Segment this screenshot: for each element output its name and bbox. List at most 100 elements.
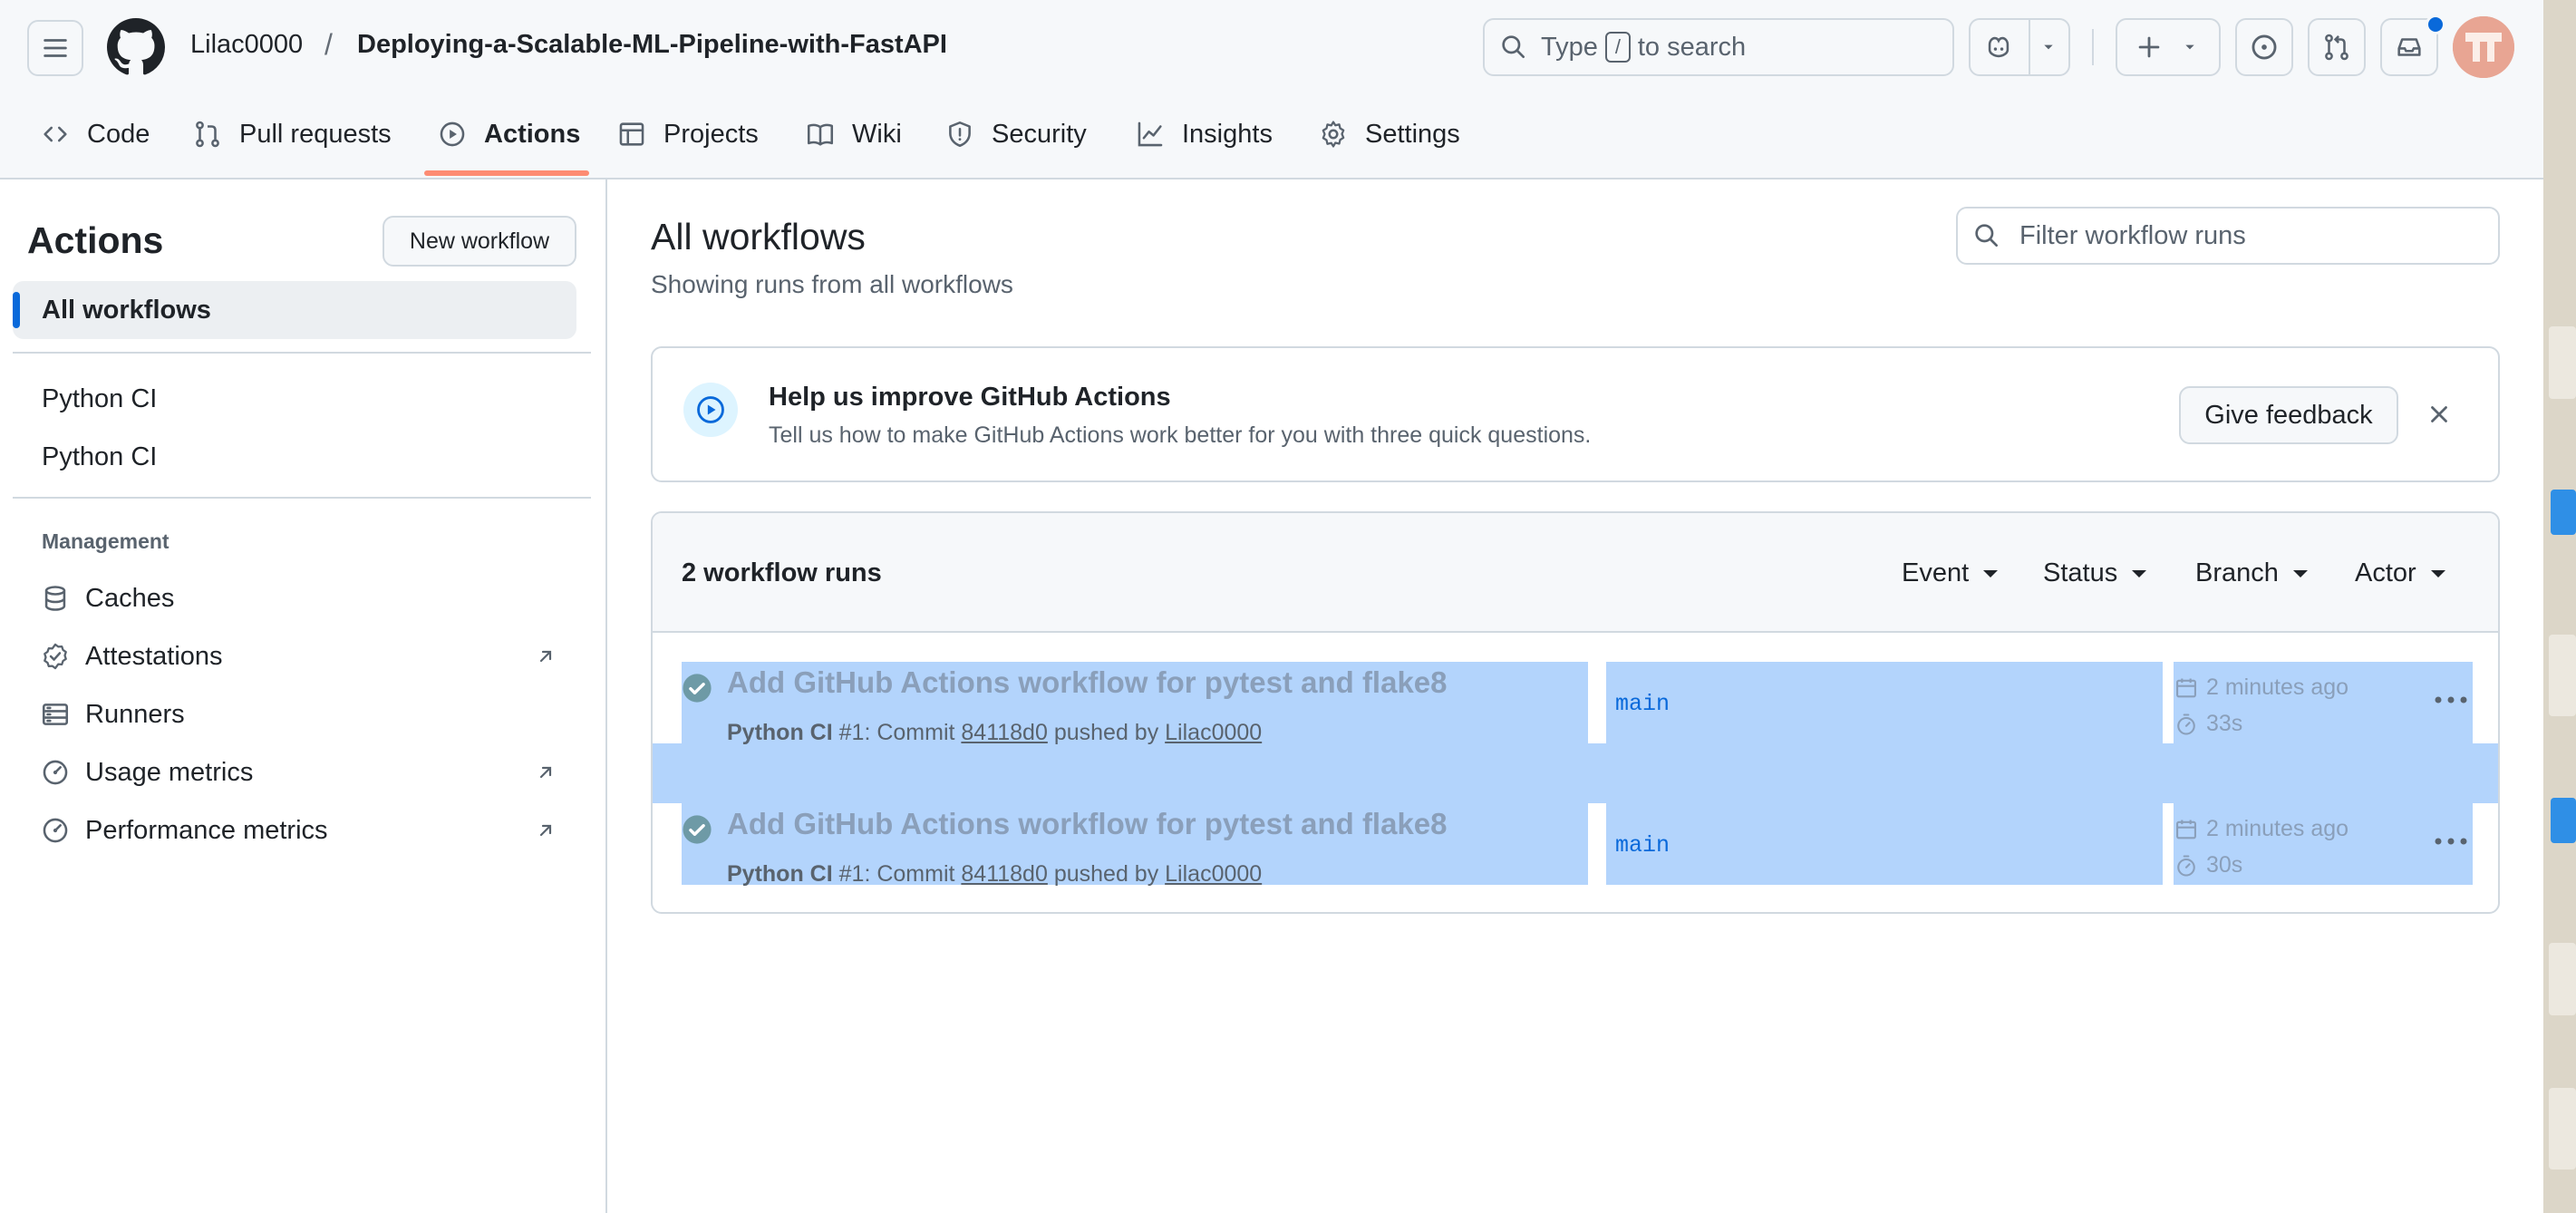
server-icon <box>42 704 69 725</box>
repo-name-link[interactable]: Deploying-a-Scalable-ML-Pipeline-with-Fa… <box>357 30 947 60</box>
tab-wiki[interactable]: Wiki <box>805 114 902 154</box>
caret-down-icon <box>2292 569 2308 577</box>
branch-filter-dropdown[interactable]: Branch <box>2195 558 2308 588</box>
play-icon <box>440 121 465 147</box>
kebab-horizontal-icon[interactable] <box>2433 691 2469 709</box>
sidebar-item-label: Usage metrics <box>85 757 254 787</box>
header-divider <box>2092 29 2094 65</box>
global-search-input[interactable]: Type / to search <box>1483 18 1954 76</box>
chevron-down-icon[interactable] <box>2036 34 2061 60</box>
search-icon <box>1502 35 1525 58</box>
desktop-folder-icon <box>2551 798 2576 843</box>
tab-insights-label: Insights <box>1182 119 1273 149</box>
run-pushed-by: pushed by <box>1053 861 1159 887</box>
dropdown-label: Actor <box>2355 558 2416 587</box>
notification-indicator <box>2426 15 2445 34</box>
tab-security[interactable]: Security <box>944 114 1087 154</box>
meter-icon <box>43 760 68 785</box>
filter-input[interactable] <box>2018 219 2493 252</box>
repo-owner-link[interactable]: Lilac0000 <box>190 30 303 60</box>
user-avatar[interactable] <box>2453 16 2514 78</box>
tab-security-label: Security <box>992 119 1087 149</box>
sidebar-separator <box>13 352 591 354</box>
sidebar-item-performance-metrics[interactable]: Performance metrics <box>40 812 328 849</box>
kebab-horizontal-icon[interactable] <box>2433 832 2469 850</box>
desktop-file-thumbnail <box>2549 943 2576 1015</box>
filter-workflow-runs[interactable] <box>1956 207 2500 265</box>
sidebar-item-label: Runners <box>85 699 185 729</box>
sidebar-item-attestations[interactable]: Attestations <box>40 638 223 674</box>
search-icon <box>1975 224 1998 247</box>
table-row[interactable]: Add GitHub Actions workflow for pytest a… <box>653 774 2498 910</box>
runs-count: 2 workflow runs <box>682 558 882 587</box>
table-row[interactable]: Add GitHub Actions workflow for pytest a… <box>653 633 2498 769</box>
sidebar-item-usage-metrics[interactable]: Usage metrics <box>40 754 253 791</box>
tab-insights[interactable]: Insights <box>1135 114 1273 154</box>
issue-opened-icon <box>2252 34 2277 60</box>
give-feedback-button[interactable]: Give feedback <box>2179 386 2398 444</box>
run-time-text: 2 minutes ago <box>2206 816 2349 841</box>
copilot-button[interactable] <box>1969 18 2070 76</box>
commit-sha-link[interactable]: 84118d0 <box>961 861 1047 887</box>
desktop-background <box>2543 0 2576 1213</box>
search-shortcut-key: / <box>1604 32 1631 63</box>
tab-code-label: Code <box>87 119 150 149</box>
calendar-icon <box>2176 820 2196 839</box>
event-filter-dropdown[interactable]: Event <box>1902 558 1999 588</box>
branch-label[interactable]: main <box>1615 832 1670 859</box>
tab-pull-requests[interactable]: Pull requests <box>192 114 392 154</box>
desktop-file-thumbnail <box>2549 1088 2576 1169</box>
sidebar-item-workflow[interactable]: Python CI <box>42 384 157 414</box>
actor-filter-dropdown[interactable]: Actor <box>2355 558 2445 588</box>
sidebar-separator <box>13 497 591 499</box>
dropdown-label: Branch <box>2195 558 2279 587</box>
create-new-button[interactable] <box>2116 18 2221 76</box>
new-workflow-button[interactable]: New workflow <box>383 216 576 267</box>
page-subtitle: Showing runs from all workflows <box>651 270 1013 298</box>
run-duration: 33s <box>2174 711 2242 737</box>
sidebar-item-runners[interactable]: Runners <box>40 696 185 733</box>
run-title-link[interactable]: Add GitHub Actions workflow for pytest a… <box>727 807 1448 841</box>
desktop-file-thumbnail <box>2549 326 2576 399</box>
caret-down-icon <box>1983 569 1999 577</box>
tab-projects[interactable]: Projects <box>616 114 759 154</box>
link-external-icon <box>539 824 552 837</box>
runs-list-header: 2 workflow runs Event Status Branch Acto… <box>653 513 2498 633</box>
tab-settings[interactable]: Settings <box>1318 114 1460 154</box>
breadcrumb-separator: / <box>324 28 333 61</box>
avatar-identicon <box>2453 16 2514 78</box>
desktop-folder-icon <box>2551 490 2576 535</box>
meter-icon <box>43 818 68 843</box>
close-icon <box>2431 406 2447 422</box>
shield-icon <box>949 121 971 148</box>
run-commit-prefix: : Commit <box>864 861 955 887</box>
management-heading: Management <box>42 529 169 553</box>
tab-code[interactable]: Code <box>40 114 150 154</box>
stopwatch-icon <box>2177 713 2195 735</box>
tab-actions[interactable]: Actions <box>437 114 580 154</box>
run-title-link[interactable]: Add GitHub Actions workflow for pytest a… <box>727 665 1448 700</box>
run-meta: Python CI #1: Commit 84118d0 pushed by L… <box>727 720 1262 746</box>
sidebar-item-label: All workflows <box>42 295 211 325</box>
tab-actions-label: Actions <box>484 119 581 149</box>
pull-requests-button[interactable] <box>2308 18 2366 76</box>
caret-down-icon <box>2430 569 2445 577</box>
sidebar-item-workflow[interactable]: Python CI <box>42 442 157 472</box>
actor-link[interactable]: Lilac0000 <box>1165 861 1262 887</box>
github-logo-icon[interactable] <box>107 18 165 76</box>
actor-link[interactable]: Lilac0000 <box>1165 720 1262 745</box>
banner-title: Help us improve GitHub Actions <box>769 383 1171 412</box>
banner-text: Tell us how to make GitHub Actions work … <box>769 422 1592 448</box>
branch-label[interactable]: main <box>1615 691 1670 717</box>
sidebar-item-all-workflows[interactable]: All workflows <box>13 281 576 339</box>
issues-button[interactable] <box>2235 18 2293 76</box>
tab-projects-label: Projects <box>663 119 759 149</box>
menu-button[interactable] <box>27 20 83 76</box>
run-workflow-name: Python CI <box>727 861 833 887</box>
sidebar-item-caches[interactable]: Caches <box>40 580 174 616</box>
commit-sha-link[interactable]: 84118d0 <box>961 720 1047 745</box>
graph-icon <box>1138 121 1163 147</box>
status-filter-dropdown[interactable]: Status <box>2043 558 2147 588</box>
dismiss-banner-button[interactable] <box>2424 399 2455 430</box>
sidebar-item-label: Performance metrics <box>85 815 328 845</box>
